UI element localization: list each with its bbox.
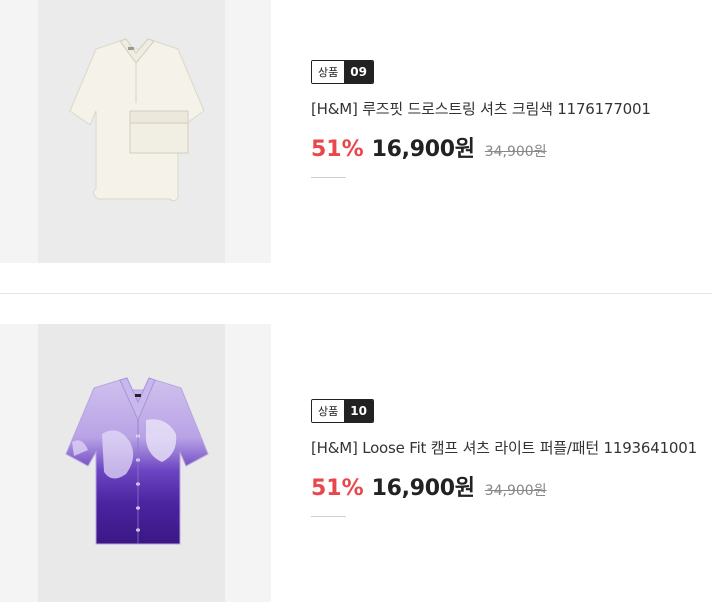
discount-rate: 51% <box>311 476 364 501</box>
original-price: 34,900원 <box>484 144 547 160</box>
product-title[interactable]: [H&M] 루즈핏 드로스트링 셔츠 크림색 1176177001 <box>311 98 651 119</box>
product-list: 상품 09 [H&M] 루즈핏 드로스트링 셔츠 크림색 1176177001 … <box>0 0 712 602</box>
product-title[interactable]: [H&M] Loose Fit 캠프 셔츠 라이트 퍼플/패턴 11936410… <box>311 437 697 458</box>
badge-number: 09 <box>344 61 373 83</box>
product-info: 상품 09 [H&M] 루즈핏 드로스트링 셔츠 크림색 1176177001 … <box>311 60 651 178</box>
product-card[interactable]: 상품 09 [H&M] 루즈핏 드로스트링 셔츠 크림색 1176177001 … <box>0 0 712 263</box>
price-line: 51% 16,900원 34,900원 <box>311 131 651 163</box>
discount-rate: 51% <box>311 137 364 162</box>
sale-price: 16,900원 <box>371 476 475 501</box>
row-divider <box>0 293 712 294</box>
badge-label: 상품 <box>312 61 345 83</box>
product-image[interactable] <box>0 324 271 602</box>
product-rank-badge: 상품 09 <box>311 60 374 84</box>
badge-number: 10 <box>344 400 373 422</box>
divider-short <box>311 177 346 178</box>
product-rank-badge: 상품 10 <box>311 399 374 423</box>
purple-shirt-image <box>65 377 209 545</box>
price-line: 51% 16,900원 34,900원 <box>311 470 697 502</box>
cream-shirt-image <box>69 38 205 202</box>
product-card[interactable]: 상품 10 [H&M] Loose Fit 캠프 셔츠 라이트 퍼플/패턴 11… <box>0 324 712 602</box>
sale-price: 16,900원 <box>371 137 475 162</box>
original-price: 34,900원 <box>484 483 547 499</box>
badge-label: 상품 <box>312 400 345 422</box>
product-image[interactable] <box>0 0 271 263</box>
product-info: 상품 10 [H&M] Loose Fit 캠프 셔츠 라이트 퍼플/패턴 11… <box>311 399 697 517</box>
divider-short <box>311 516 346 517</box>
